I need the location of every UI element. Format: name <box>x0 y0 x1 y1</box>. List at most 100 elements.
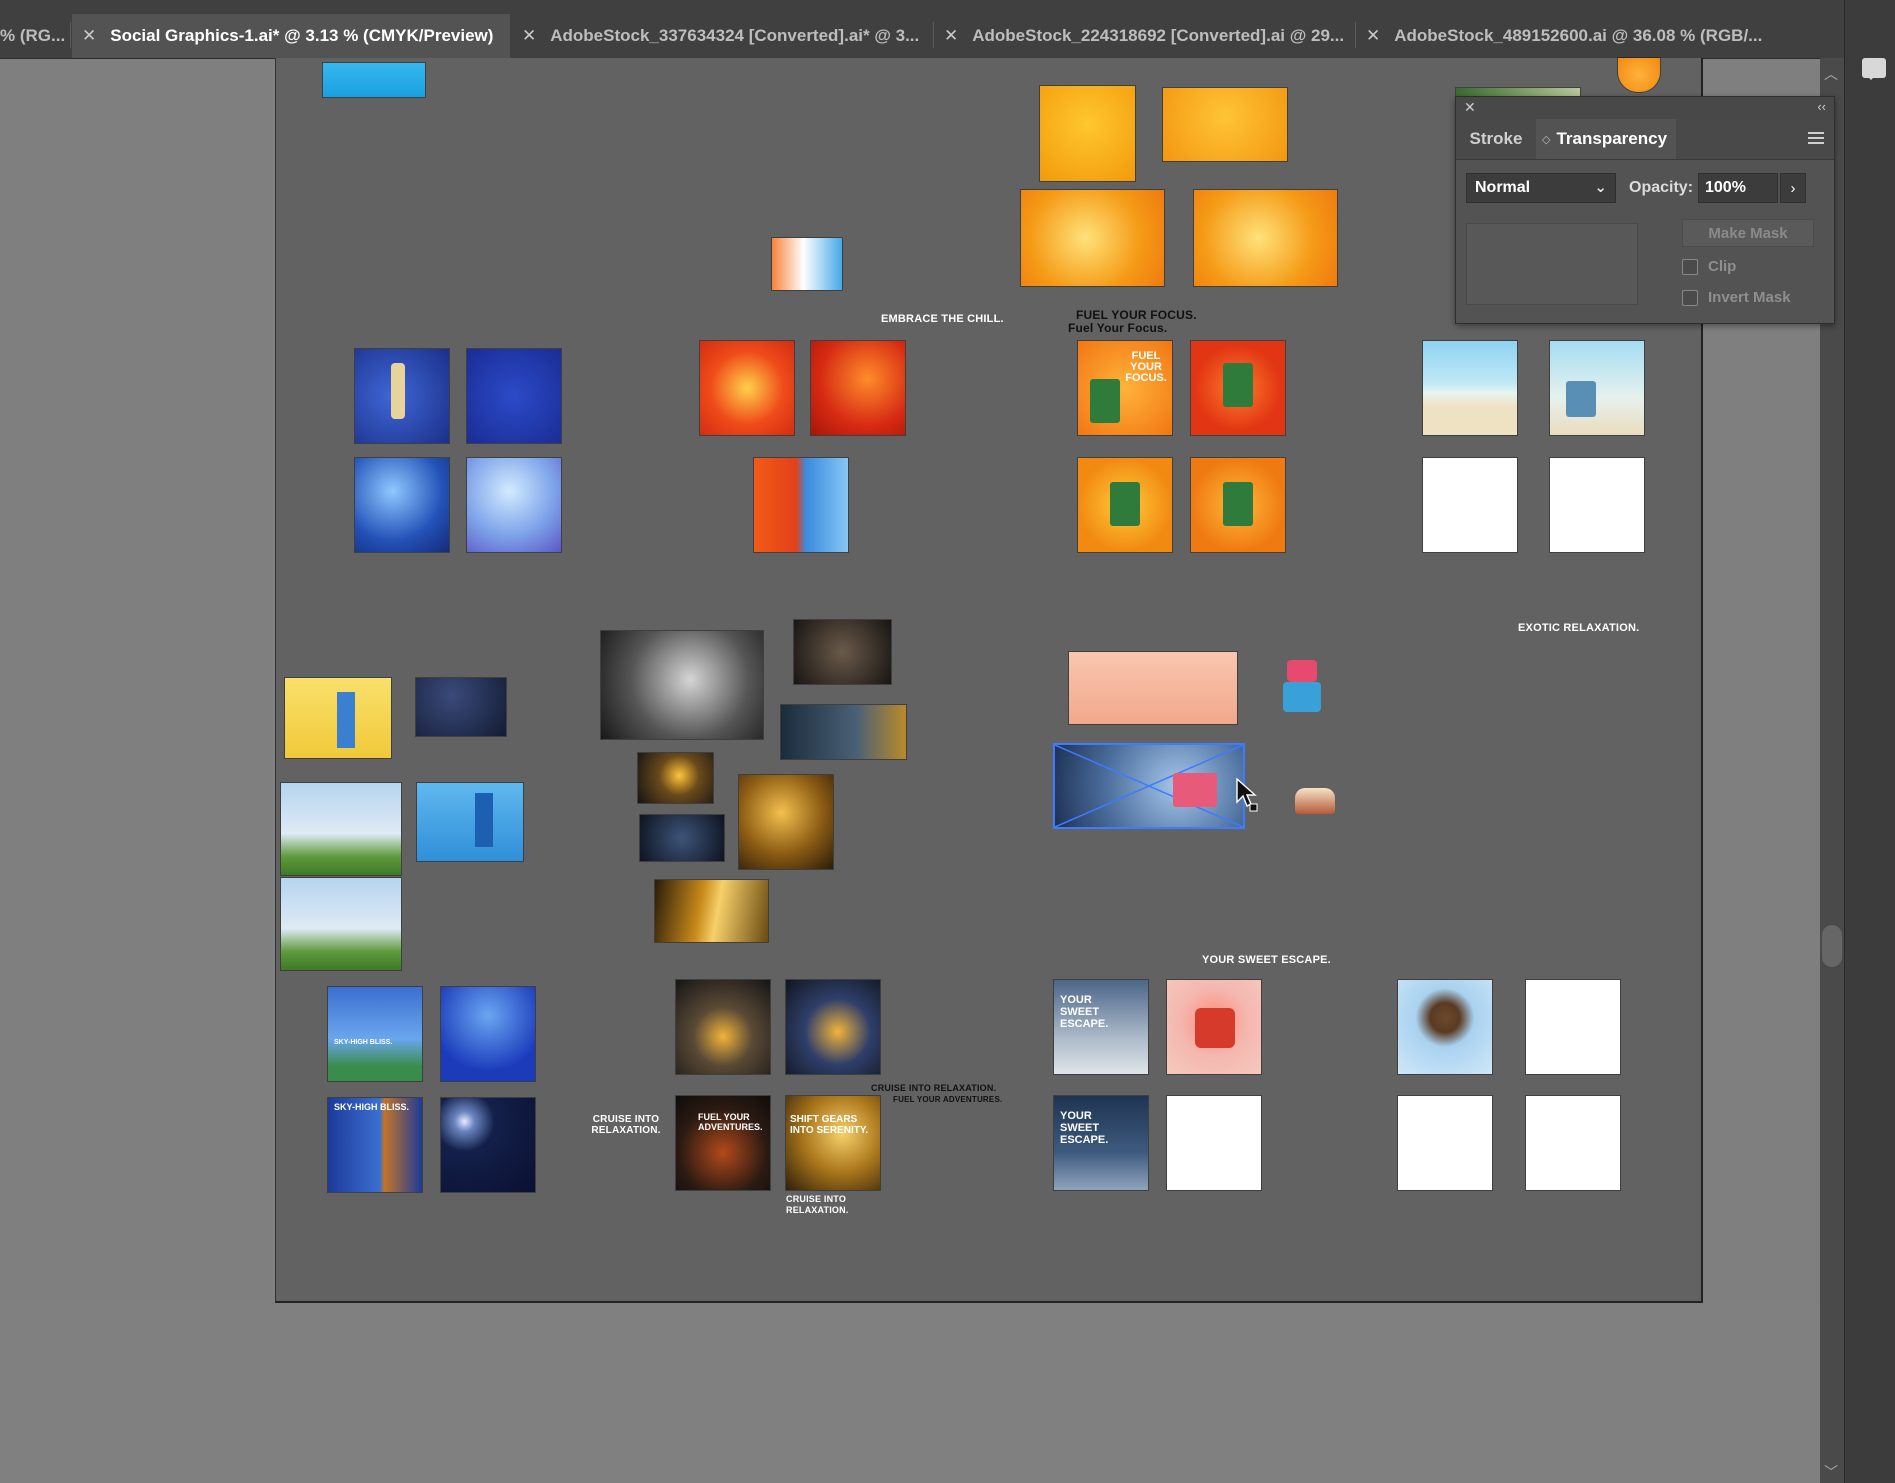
menu-icon[interactable] <box>1808 132 1824 144</box>
tab-stroke[interactable]: Stroke <box>1456 119 1536 159</box>
artwork-thumbnail[interactable] <box>285 678 391 758</box>
artwork-thumbnail[interactable] <box>1078 458 1172 552</box>
scroll-down-icon[interactable]: ﹀ <box>1824 1462 1838 1482</box>
artwork-thumbnail[interactable]: SKY-HIGH BLISS. <box>328 1098 422 1192</box>
close-icon[interactable]: ✕ <box>1464 99 1476 116</box>
blend-mode-value: Normal <box>1475 179 1531 196</box>
artwork-thumbnail[interactable] <box>416 678 506 736</box>
make-mask-button[interactable]: Make Mask <box>1682 219 1814 247</box>
artwork-thumbnail[interactable] <box>1398 1096 1492 1190</box>
artwork-thumbnail[interactable] <box>281 878 401 970</box>
artwork-thumbnail[interactable] <box>754 458 848 552</box>
artwork-thumbnail[interactable] <box>355 349 449 443</box>
artwork-thumbnail[interactable] <box>355 458 449 552</box>
artwork-thumbnail[interactable] <box>1289 778 1339 818</box>
clip-checkbox[interactable] <box>1682 259 1698 275</box>
tab-stepper-icon: ◇ <box>1542 133 1551 146</box>
artwork-thumbnail[interactable] <box>1163 88 1287 161</box>
tab-divider <box>70 22 71 48</box>
close-icon[interactable]: ✕ <box>522 26 536 46</box>
cruise-label: CRUISE INTO RELAXATION. <box>591 1114 661 1136</box>
artwork-thumbnail[interactable]: YOUR SWEET ESCAPE. <box>1054 1096 1148 1190</box>
thumb-caption: SKY-HIGH BLISS. <box>334 1039 393 1046</box>
tab-label: Transparency <box>1556 129 1668 148</box>
mask-preview-thumbnail <box>1466 223 1638 305</box>
tab-label: Stroke <box>1469 129 1523 148</box>
invert-mask-checkbox[interactable] <box>1682 290 1698 306</box>
collapse-icon[interactable]: ‹‹ <box>1817 99 1826 114</box>
artwork-thumbnail[interactable] <box>786 980 880 1074</box>
opacity-value: 100% <box>1705 179 1746 196</box>
artwork-thumbnail[interactable] <box>640 815 724 861</box>
blend-mode-select[interactable]: Normal ⌄ <box>1466 173 1616 203</box>
close-icon[interactable]: ✕ <box>944 26 958 46</box>
artwork-thumbnail[interactable] <box>467 458 561 552</box>
tab-label: AdobeStock_489152600.ai @ 36.08 % (RGB/.… <box>1394 26 1763 45</box>
artwork-thumbnail[interactable] <box>811 341 905 435</box>
artwork-thumbnail[interactable] <box>1423 341 1517 435</box>
artwork-thumbnail[interactable] <box>1456 88 1580 96</box>
artwork-thumbnail[interactable] <box>655 880 768 942</box>
artwork-thumbnail[interactable] <box>441 1098 535 1192</box>
tab-label: % (RG... <box>0 26 66 45</box>
artwork-thumbnail[interactable] <box>1550 458 1644 552</box>
artwork-thumbnail[interactable] <box>1069 652 1237 724</box>
tab-transparency[interactable]: ◇ Transparency <box>1536 119 1676 159</box>
cruise-label: CRUISE INTO RELAXATION. <box>786 1194 849 1215</box>
thumb-caption: FUEL YOUR ADVENTURES. <box>698 1112 763 1132</box>
artwork-thumbnail[interactable] <box>441 987 535 1081</box>
artwork-thumbnail[interactable] <box>1194 190 1337 286</box>
artwork-thumbnail[interactable] <box>1167 980 1261 1074</box>
chevron-right-icon[interactable]: › <box>1780 173 1806 203</box>
artwork-thumbnail[interactable]: YOUR SWEET ESCAPE. <box>1054 980 1148 1074</box>
artwork-thumbnail[interactable] <box>601 631 763 739</box>
document-tab[interactable]: ✕ AdobeStock_337634324 [Converted].ai* @… <box>512 14 932 58</box>
artwork-thumbnail[interactable] <box>781 705 906 759</box>
exotic-label: EXOTIC RELAXATION. <box>1518 622 1640 634</box>
artwork-thumbnail[interactable] <box>1191 341 1285 435</box>
artwork-thumbnail[interactable] <box>772 238 842 290</box>
artwork-thumbnail[interactable] <box>1423 458 1517 552</box>
artwork-thumbnail[interactable]: FUEL YOUR FOCUS. <box>1078 341 1172 435</box>
artwork-thumbnail[interactable] <box>1167 1096 1261 1190</box>
artwork-thumbnail[interactable] <box>323 63 425 97</box>
artwork-thumbnail[interactable] <box>739 775 833 869</box>
artwork-thumbnail[interactable] <box>1550 341 1644 435</box>
artwork-thumbnail[interactable] <box>676 980 770 1074</box>
artwork-thumbnail[interactable] <box>700 341 794 435</box>
artwork-thumbnail[interactable] <box>794 620 891 684</box>
artwork-thumbnail[interactable]: SHIFT GEARS INTO SERENITY. <box>786 1096 880 1190</box>
selected-artwork[interactable] <box>1055 745 1243 827</box>
artwork-thumbnail[interactable] <box>467 349 561 443</box>
artwork-thumbnail[interactable] <box>1526 980 1620 1074</box>
artwork-thumbnail[interactable] <box>1398 980 1492 1074</box>
artwork-thumbnail[interactable] <box>1618 58 1660 92</box>
artwork-thumbnail[interactable] <box>1277 654 1327 720</box>
thumb-caption: FUEL YOUR FOCUS. <box>1125 350 1167 384</box>
right-panel-dock <box>1844 0 1895 1483</box>
close-icon[interactable]: ✕ <box>1366 26 1380 46</box>
artwork-thumbnail[interactable]: SKY-HIGH BLISS. <box>328 987 422 1081</box>
thumb-caption: SKY-HIGH BLISS. <box>334 1102 410 1112</box>
document-tab[interactable]: ✕ AdobeStock_489152600.ai @ 36.08 % (RGB… <box>1356 14 1796 58</box>
scrollbar-thumb[interactable] <box>1822 925 1842 967</box>
artwork-thumbnail[interactable] <box>1526 1096 1620 1190</box>
document-tab-active[interactable]: ✕ Social Graphics-1.ai* @ 3.13 % (CMYK/P… <box>72 14 510 58</box>
opacity-input[interactable]: 100% <box>1698 173 1778 203</box>
artwork-thumbnail[interactable] <box>1040 86 1135 181</box>
artwork-thumbnail[interactable] <box>638 753 713 803</box>
artwork-thumbnail[interactable]: FUEL YOUR ADVENTURES. <box>676 1096 770 1190</box>
panel-header: ✕ ‹‹ <box>1456 97 1834 119</box>
close-icon[interactable]: ✕ <box>82 26 96 46</box>
tab-label: Social Graphics-1.ai* @ 3.13 % (CMYK/Pre… <box>110 26 494 45</box>
artwork-thumbnail[interactable] <box>417 783 523 861</box>
document-tab[interactable]: ✕ AdobeStock_224318692 [Converted].ai @ … <box>934 14 1354 58</box>
artwork-thumbnail[interactable] <box>1021 190 1164 286</box>
scroll-up-icon[interactable]: ︿ <box>1824 64 1838 84</box>
artwork-thumbnail[interactable] <box>1191 458 1285 552</box>
pasteboard[interactable] <box>0 1302 1820 1483</box>
document-tab[interactable]: % (RG... <box>0 14 68 58</box>
comment-icon[interactable] <box>1862 58 1886 80</box>
artwork-thumbnail[interactable] <box>281 783 401 875</box>
document-tab-bar: % (RG... ✕ Social Graphics-1.ai* @ 3.13 … <box>0 0 1895 59</box>
